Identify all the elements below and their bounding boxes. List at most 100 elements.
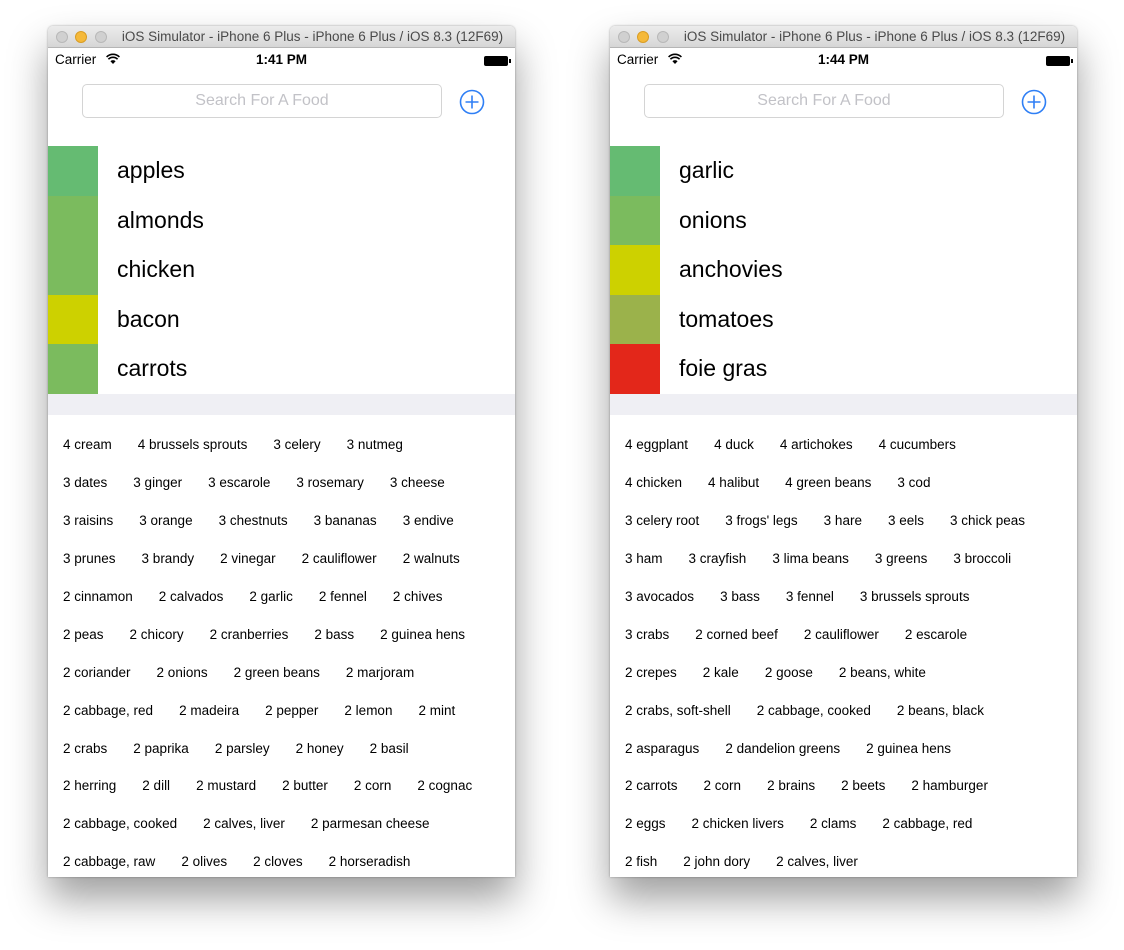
suggestion-item[interactable]: 3 eels <box>888 513 924 528</box>
suggestion-item[interactable]: 2 butter <box>282 778 328 793</box>
suggestion-item[interactable]: 2 garlic <box>249 589 293 604</box>
suggestion-item[interactable]: 3 escarole <box>208 475 270 490</box>
suggestion-item[interactable]: 2 peas <box>63 627 104 642</box>
suggestion-item[interactable]: 2 carrots <box>625 778 678 793</box>
suggestion-item[interactable]: 2 herring <box>63 778 116 793</box>
suggestion-item[interactable]: 2 coriander <box>63 665 131 680</box>
suggestion-item[interactable]: 2 chicken livers <box>692 816 784 831</box>
suggestion-item[interactable]: 3 dates <box>63 475 107 490</box>
suggestion-item[interactable]: 2 chives <box>393 589 443 604</box>
suggestion-item[interactable]: 2 cabbage, raw <box>63 854 155 869</box>
suggestion-item[interactable]: 4 cucumbers <box>879 437 956 452</box>
suggestion-item[interactable]: 3 fennel <box>786 589 834 604</box>
food-row[interactable]: bacon <box>48 294 515 345</box>
suggestion-item[interactable]: 2 dill <box>142 778 170 793</box>
suggestion-item[interactable]: 2 asparagus <box>625 741 699 756</box>
suggestion-item[interactable]: 2 onions <box>157 665 208 680</box>
suggestion-item[interactable]: 3 hare <box>824 513 862 528</box>
food-row[interactable]: anchovies <box>610 245 1077 295</box>
suggestion-item[interactable]: 2 hamburger <box>911 778 988 793</box>
suggestion-item[interactable]: 2 madeira <box>179 703 239 718</box>
suggestion-item[interactable]: 2 calvados <box>159 589 224 604</box>
suggestion-item[interactable]: 3 orange <box>139 513 192 528</box>
suggestion-item[interactable]: 3 frogs' legs <box>725 513 797 528</box>
search-input[interactable]: Search For A Food <box>82 84 442 118</box>
suggestion-item[interactable]: 2 cranberries <box>210 627 289 642</box>
suggestion-item[interactable]: 2 bass <box>314 627 354 642</box>
suggestion-item[interactable]: 3 chick peas <box>950 513 1025 528</box>
suggestion-item[interactable]: 2 calves, liver <box>203 816 285 831</box>
suggestion-item[interactable]: 2 olives <box>181 854 227 869</box>
zoom-window-button[interactable] <box>657 31 669 43</box>
suggestion-item[interactable]: 4 halibut <box>708 475 759 490</box>
zoom-window-button[interactable] <box>95 31 107 43</box>
food-row[interactable]: foie gras <box>610 344 1077 394</box>
food-row[interactable]: carrots <box>48 344 515 394</box>
suggestion-item[interactable]: 2 eggs <box>625 816 666 831</box>
suggestion-item[interactable]: 2 horseradish <box>329 854 411 869</box>
suggestion-item[interactable]: 4 eggplant <box>625 437 688 452</box>
suggestion-item[interactable]: 2 marjoram <box>346 665 414 680</box>
suggestion-item[interactable]: 2 corn <box>354 778 392 793</box>
suggestion-item[interactable]: 2 crepes <box>625 665 677 680</box>
suggestion-item[interactable]: 4 duck <box>714 437 754 452</box>
suggestion-item[interactable]: 4 cream <box>63 437 112 452</box>
suggestion-item[interactable]: 2 beans, white <box>839 665 926 680</box>
suggestion-item[interactable]: 4 chicken <box>625 475 682 490</box>
suggestion-item[interactable]: 2 pepper <box>265 703 318 718</box>
suggestion-item[interactable]: 2 chicory <box>130 627 184 642</box>
suggestion-item[interactable]: 3 bananas <box>314 513 377 528</box>
suggestion-item[interactable]: 2 lemon <box>344 703 392 718</box>
add-food-icon[interactable] <box>459 89 485 115</box>
suggestion-item[interactable]: 2 paprika <box>133 741 189 756</box>
suggestion-item[interactable]: 3 crayfish <box>689 551 747 566</box>
suggestion-item[interactable]: 3 celery root <box>625 513 699 528</box>
suggestion-item[interactable]: 3 avocados <box>625 589 694 604</box>
suggestion-item[interactable]: 2 parmesan cheese <box>311 816 430 831</box>
suggestion-item[interactable]: 2 cabbage, red <box>63 703 153 718</box>
suggestion-item[interactable]: 2 crabs <box>63 741 107 756</box>
suggestion-item[interactable]: 4 artichokes <box>780 437 853 452</box>
suggestion-item[interactable]: 2 mustard <box>196 778 256 793</box>
suggestion-item[interactable]: 2 cabbage, red <box>882 816 972 831</box>
suggestion-item[interactable]: 2 escarole <box>905 627 967 642</box>
suggestion-item[interactable]: 2 cinnamon <box>63 589 133 604</box>
suggestion-item[interactable]: 2 kale <box>703 665 739 680</box>
suggestion-item[interactable]: 2 fish <box>625 854 657 869</box>
suggestion-item[interactable]: 2 basil <box>370 741 409 756</box>
close-window-button[interactable] <box>56 31 68 43</box>
suggestion-item[interactable]: 2 john dory <box>683 854 750 869</box>
suggestion-item[interactable]: 3 brandy <box>142 551 195 566</box>
suggestion-item[interactable]: 3 greens <box>875 551 928 566</box>
suggestion-item[interactable]: 3 nutmeg <box>347 437 403 452</box>
suggestion-item[interactable]: 3 ham <box>625 551 663 566</box>
suggestion-item[interactable]: 2 crabs, soft-shell <box>625 703 731 718</box>
suggestion-item[interactable]: 3 chestnuts <box>219 513 288 528</box>
suggestion-item[interactable]: 4 green beans <box>785 475 871 490</box>
suggestion-item[interactable]: 2 corned beef <box>695 627 778 642</box>
suggestion-item[interactable]: 2 walnuts <box>403 551 460 566</box>
suggestion-item[interactable]: 2 parsley <box>215 741 270 756</box>
suggestion-item[interactable]: 2 cauliflower <box>302 551 377 566</box>
suggestion-item[interactable]: 3 crabs <box>625 627 669 642</box>
suggestion-item[interactable]: 2 clams <box>810 816 857 831</box>
suggestion-item[interactable]: 3 bass <box>720 589 760 604</box>
food-row[interactable]: tomatoes <box>610 294 1077 345</box>
suggestion-item[interactable]: 3 cod <box>897 475 930 490</box>
close-window-button[interactable] <box>618 31 630 43</box>
suggestion-item[interactable]: 2 guinea hens <box>866 741 951 756</box>
suggestion-item[interactable]: 3 prunes <box>63 551 116 566</box>
suggestion-item[interactable]: 3 lima beans <box>772 551 849 566</box>
suggestion-item[interactable]: 2 cognac <box>417 778 472 793</box>
suggestion-item[interactable]: 2 guinea hens <box>380 627 465 642</box>
food-row[interactable]: apples <box>48 146 515 196</box>
suggestion-item[interactable]: 3 broccoli <box>953 551 1011 566</box>
suggestion-item[interactable]: 2 cabbage, cooked <box>757 703 871 718</box>
suggestion-item[interactable]: 2 green beans <box>234 665 320 680</box>
suggestion-item[interactable]: 3 celery <box>273 437 320 452</box>
suggestion-item[interactable]: 2 corn <box>704 778 742 793</box>
food-row[interactable]: chicken <box>48 245 515 295</box>
suggestion-item[interactable]: 3 brussels sprouts <box>860 589 970 604</box>
suggestion-item[interactable]: 2 beans, black <box>897 703 984 718</box>
suggestion-item[interactable]: 2 brains <box>767 778 815 793</box>
